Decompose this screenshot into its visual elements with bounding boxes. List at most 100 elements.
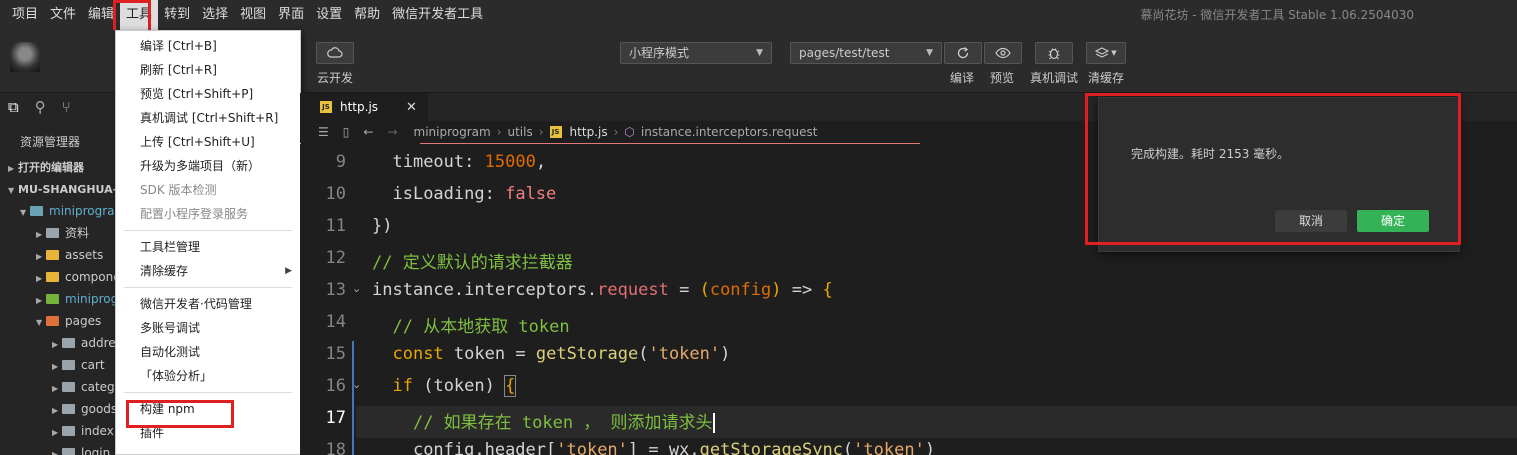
tree-item[interactable]: ▼ miniprogra xyxy=(0,200,115,222)
dropdown-item[interactable]: 「体验分析」 xyxy=(116,364,300,388)
menu-8[interactable]: 设置 xyxy=(310,0,348,30)
menu-5[interactable]: 选择 xyxy=(196,0,234,30)
tree-item[interactable]: ▶ address xyxy=(0,332,128,354)
menu-6[interactable]: 视图 xyxy=(234,0,272,30)
tree-item-label: miniprog xyxy=(65,292,119,306)
remote-debug-button[interactable] xyxy=(1035,42,1073,64)
folder-icon xyxy=(46,316,59,326)
menu-9[interactable]: 帮助 xyxy=(348,0,386,30)
tree-item[interactable]: ▶ cart xyxy=(0,354,105,376)
avatar[interactable] xyxy=(10,42,40,72)
chevron-right-icon: ▶ xyxy=(52,450,59,455)
menu-4[interactable]: 转到 xyxy=(158,0,196,30)
tree-item-label: goods xyxy=(81,402,118,416)
code-line[interactable]: // 如果存在 token ， 则添加请求头 xyxy=(372,408,715,433)
code-line[interactable]: // 从本地获取 token xyxy=(372,312,569,337)
cube-icon: ⬡ xyxy=(624,125,635,139)
project-label: MU-SHANGHUA-F xyxy=(18,183,125,196)
highlight-box-dialog xyxy=(1085,93,1461,245)
page-select[interactable]: pages/test/test ▼ xyxy=(790,42,942,64)
chevron-right-icon: ▶ xyxy=(36,252,43,261)
back-arrow-icon[interactable]: ← xyxy=(363,125,373,139)
breadcrumb-item[interactable]: utils xyxy=(508,125,533,139)
line-number: 12 xyxy=(325,248,346,268)
tree-item-label: login xyxy=(81,446,111,455)
clear-cache-button[interactable]: ▼ xyxy=(1086,42,1126,64)
editor-tab[interactable]: JS http.js ✕ xyxy=(300,93,428,121)
project-section[interactable]: ▼ MU-SHANGHUA-F xyxy=(0,178,125,200)
bookmark-icon[interactable]: ▯ xyxy=(343,125,350,139)
mode-select[interactable]: 小程序模式 ▼ xyxy=(620,42,772,64)
code-line[interactable]: instance.interceptors.request = (config)… xyxy=(372,280,833,300)
open-editors-section[interactable]: ▶ 打开的编辑器 xyxy=(0,156,84,178)
code-line[interactable]: }) xyxy=(372,216,392,236)
folder-icon xyxy=(46,250,59,260)
chevron-right-icon: ▶ xyxy=(36,274,43,283)
dropdown-item-label: 预览 [Ctrl+Shift+P] xyxy=(140,87,254,101)
dropdown-item[interactable]: SDK 版本检测 xyxy=(116,178,300,202)
chevron-down-icon: ▼ xyxy=(20,208,27,217)
breadcrumb-underline xyxy=(420,143,920,144)
dropdown-item[interactable]: 预览 [Ctrl+Shift+P] xyxy=(116,82,300,106)
files-icon[interactable]: ⧉ xyxy=(8,98,19,116)
preview-button[interactable] xyxy=(984,42,1022,64)
js-file-icon: JS xyxy=(320,101,332,113)
fold-chevron-icon[interactable]: ⌄ xyxy=(352,378,361,391)
chevron-down-icon: ▼ xyxy=(926,48,933,58)
dropdown-item[interactable]: 刷新 [Ctrl+R] xyxy=(116,58,300,82)
code-line[interactable]: // 定义默认的请求拦截器 xyxy=(372,248,573,273)
code-line[interactable]: const token = getStorage('token') xyxy=(372,344,730,364)
dropdown-item[interactable]: 工具栏管理 xyxy=(116,235,300,259)
line-number: 9 xyxy=(335,152,346,172)
search-icon[interactable]: ⚲ xyxy=(35,98,46,116)
highlight-box-tools-menu xyxy=(113,0,151,34)
tree-item[interactable]: ▶ categor xyxy=(0,376,127,398)
menu-7[interactable]: 界面 xyxy=(272,0,310,30)
breadcrumb-item[interactable]: instance.interceptors.request xyxy=(641,125,818,139)
list-icon[interactable]: ☰ xyxy=(318,125,329,139)
dropdown-item-label: SDK 版本检测 xyxy=(140,183,217,197)
tree-item[interactable]: ▶ index xyxy=(0,420,114,442)
code-line[interactable]: config.header['token'] = wx.getStorageSy… xyxy=(372,440,935,455)
dropdown-item[interactable]: 上传 [Ctrl+Shift+U] xyxy=(116,130,300,154)
tree-item[interactable]: ▼ pages xyxy=(0,310,101,332)
dropdown-item[interactable]: 自动化测试 xyxy=(116,340,300,364)
code-line[interactable]: timeout: 15000, xyxy=(372,152,546,172)
dropdown-item-label: 刷新 [Ctrl+R] xyxy=(140,63,217,77)
code-line[interactable]: if (token) { xyxy=(372,375,517,397)
close-icon[interactable]: ✕ xyxy=(406,100,417,115)
dropdown-item-label: 上传 [Ctrl+Shift+U] xyxy=(140,135,255,149)
dropdown-item[interactable]: 编译 [Ctrl+B] xyxy=(116,34,300,58)
code-line[interactable]: isLoading: false xyxy=(372,184,556,204)
folder-icon xyxy=(62,404,75,414)
dropdown-item-label: 编译 [Ctrl+B] xyxy=(140,39,217,53)
dropdown-item[interactable]: 微信开发者·代码管理 xyxy=(116,292,300,316)
tree-item-label: index xyxy=(81,424,114,438)
breadcrumb-item[interactable]: miniprogram xyxy=(414,125,491,139)
tree-item[interactable]: ▶ login xyxy=(0,442,110,455)
dropdown-item[interactable]: 配置小程序登录服务 xyxy=(116,202,300,226)
dropdown-item-label: 插件 xyxy=(140,426,165,440)
dropdown-item[interactable]: 多账号调试 xyxy=(116,316,300,340)
menu-10[interactable]: 微信开发者工具 xyxy=(386,0,489,30)
menu-1[interactable]: 文件 xyxy=(44,0,82,30)
source-control-icon[interactable]: ⑂ xyxy=(62,98,71,116)
tree-item[interactable]: ▶ 资料 xyxy=(0,222,89,244)
forward-arrow-icon[interactable]: → xyxy=(387,125,397,139)
dropdown-item[interactable]: 清除缓存 ▶ xyxy=(116,259,300,283)
menu-0[interactable]: 项目 xyxy=(0,0,44,30)
chevron-right-icon: ▶ xyxy=(36,230,43,239)
folder-icon xyxy=(62,382,75,392)
tree-item[interactable]: ▶ compone xyxy=(0,266,121,288)
dropdown-item[interactable]: 真机调试 [Ctrl+Shift+R] xyxy=(116,106,300,130)
tree-item[interactable]: ▶ goods xyxy=(0,398,117,420)
cloud-dev-button[interactable] xyxy=(316,42,354,64)
compile-button[interactable] xyxy=(944,42,982,64)
line-number: 18 xyxy=(325,440,346,455)
dropdown-item[interactable]: 升级为多端项目（新） xyxy=(116,154,300,178)
chevron-right-icon: ▶ xyxy=(52,384,59,393)
breadcrumb-item[interactable]: http.js xyxy=(570,125,608,139)
tree-item[interactable]: ▶ assets xyxy=(0,244,103,266)
tree-item[interactable]: ▶ miniprog xyxy=(0,288,118,310)
fold-chevron-icon[interactable]: ⌄ xyxy=(352,282,361,295)
